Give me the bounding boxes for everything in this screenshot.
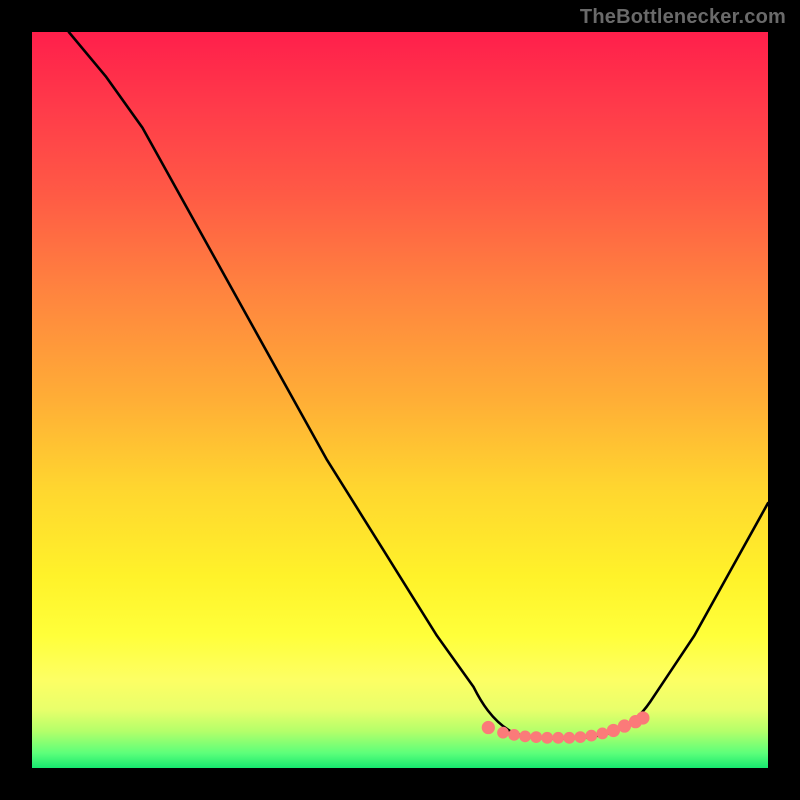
chart-svg <box>32 32 768 768</box>
bottleneck-curve <box>69 32 768 739</box>
chart-frame: TheBottlenecker.com <box>0 0 800 800</box>
plot-area <box>32 32 768 768</box>
watermark-text: TheBottlenecker.com <box>580 6 786 29</box>
